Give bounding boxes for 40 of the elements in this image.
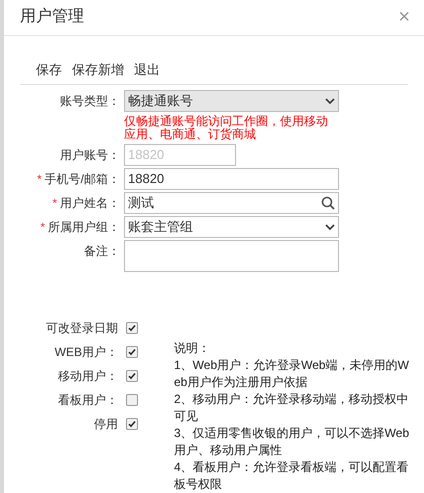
option-label: 可改登录日期 (46, 320, 118, 336)
note-text: 2、移动用户：允许登录移动端，移动授权中可见 (174, 391, 410, 425)
field-label: 备注： (84, 243, 120, 260)
check-icon (128, 324, 136, 332)
search-field[interactable]: 测试 (124, 192, 339, 214)
required-mark: * (40, 219, 45, 236)
textarea-field[interactable] (124, 240, 339, 272)
checkbox[interactable] (126, 370, 138, 382)
search-icon[interactable] (321, 196, 335, 210)
checkbox[interactable] (126, 346, 138, 358)
toolbar-button[interactable]: 退出 (134, 60, 160, 79)
option-label: WEB用户： (54, 344, 118, 360)
checkbox[interactable] (126, 394, 138, 406)
check-icon (128, 348, 136, 356)
note-text: 3、仅适用零售收银的用户，可以不选择Web用户、移动用户属性 (174, 425, 410, 459)
notes-title: 说明： (174, 340, 211, 357)
chevron-down-icon (325, 224, 335, 230)
required-mark: * (36, 171, 42, 188)
note-text: 1、Web用户：允许登录Web端，未停用的Web用户作为注册用户依据 (174, 357, 410, 391)
option-label: 移动用户： (58, 368, 118, 384)
check-icon (128, 420, 136, 428)
toolbar-button[interactable]: 保存 (36, 60, 62, 79)
warning-note: 仅畅捷通账号能访问工作圈，使用移动应用、电商通、订货商城 (124, 115, 329, 141)
dialog-title: 用户管理 (20, 6, 84, 28)
toolbar-button[interactable]: 保存新增 (72, 60, 124, 79)
select-field[interactable]: 账套主管组 (124, 216, 339, 238)
check-icon (128, 372, 136, 380)
checkbox[interactable] (126, 418, 138, 430)
option-label: 看板用户： (58, 392, 118, 408)
field-label: 账号类型： (60, 93, 120, 110)
note-text: 4、看板用户：允许登录看板端，可以配置看板号权限 (174, 459, 410, 493)
option-label: 停用 (94, 416, 118, 432)
chevron-down-icon (325, 98, 335, 104)
input-field[interactable]: 18820 (124, 168, 339, 190)
field-label: 用户姓名： (60, 195, 120, 212)
field-label: 用户账号： (60, 147, 120, 164)
checkbox[interactable] (126, 322, 138, 334)
required-mark: * (52, 195, 57, 212)
field-label: 手机号/邮箱： (44, 171, 120, 188)
field-label: 所属用户组： (48, 219, 120, 236)
